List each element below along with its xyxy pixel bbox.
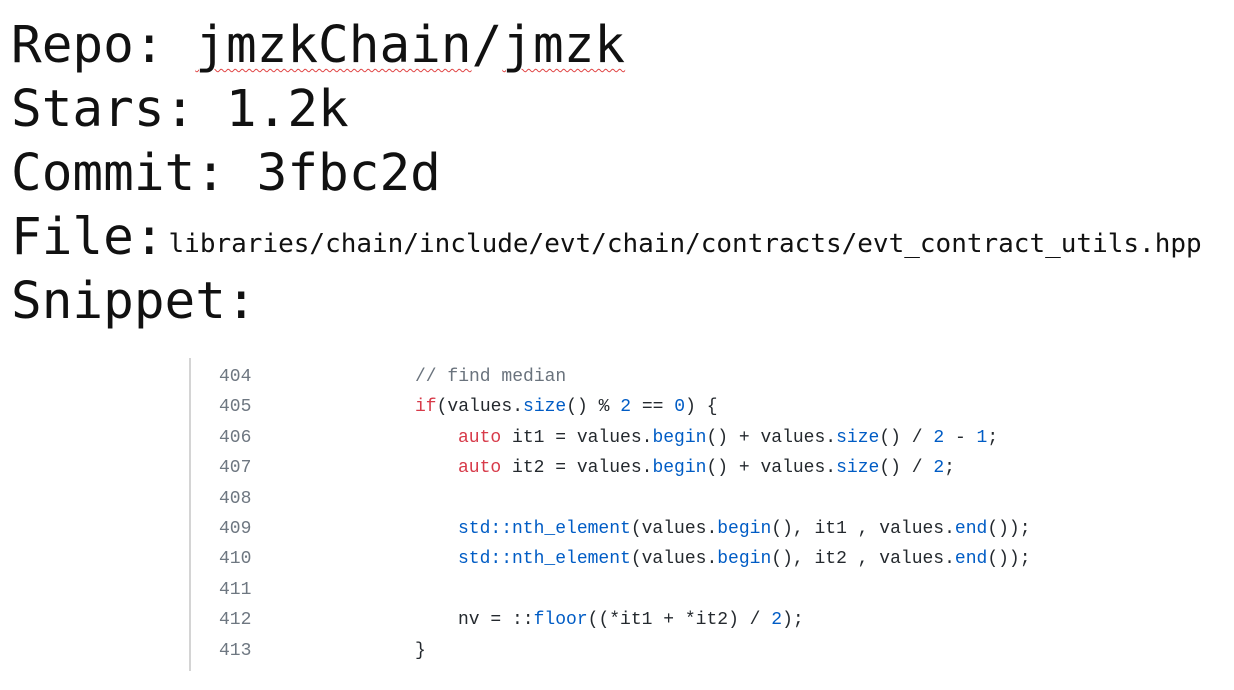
code-token: } (415, 640, 426, 661)
code-token: () + values. (706, 427, 837, 448)
code-token: begin (652, 458, 707, 479)
code-line: 413} (191, 636, 1091, 666)
code-token: begin (652, 427, 707, 448)
code-token: ()); (987, 518, 1031, 539)
repo-name: jmzk (502, 16, 626, 75)
repo-line: Repo: jmzkChain/jmzk (11, 14, 1202, 78)
line-number: 412 (219, 610, 252, 631)
code-token: 2 (933, 458, 945, 479)
code-line: 409 std::nth_element(values.begin(), it1 … (191, 514, 1091, 544)
file-path: libraries/chain/include/evt/chain/contra… (168, 229, 1202, 259)
code-text: } (415, 636, 426, 666)
line-number: 411 (219, 579, 252, 600)
code-line: 406 auto it1 = values.begin() + values.si… (191, 423, 1091, 453)
code-token: (), it1 , values. (771, 518, 955, 539)
file-line: File: libraries/chain/include/evt/chain/c… (11, 206, 1202, 270)
file-label: File: (11, 208, 165, 267)
code-line: 407 auto it2 = values.begin() + values.si… (191, 453, 1091, 483)
repo-owner: jmzkChain (195, 16, 472, 75)
code-token: (values. (436, 397, 524, 418)
code-token: floor (533, 610, 588, 631)
code-token: auto (458, 427, 502, 448)
code-token: size (523, 397, 567, 418)
code-text: std::nth_element(values.begin(), it1 , v… (415, 514, 1031, 544)
code-token: 1 (976, 427, 988, 448)
code-token: () / (879, 458, 934, 479)
code-token: if (415, 397, 437, 418)
line-number: 406 (219, 427, 252, 448)
code-token: it2 = values. (501, 458, 653, 479)
code-token: () / (879, 427, 934, 448)
snippet-label: Snippet: (11, 272, 257, 331)
code-line: 411 (191, 575, 1091, 605)
code-token: 2 (771, 610, 783, 631)
line-number: 413 (219, 640, 252, 661)
repo-info: Repo: jmzkChain/jmzk Stars: 1.2k Commit:… (11, 14, 1202, 334)
code-token: 2 (620, 397, 632, 418)
code-text: if(values.size() % 2 == 0) { (415, 392, 718, 422)
code-token: nv = :: (458, 610, 534, 631)
code-token: it1 = values. (501, 427, 653, 448)
code-token: == (631, 397, 675, 418)
code-text: nv = ::floor((*it1 + *it2) / 2); (415, 605, 804, 635)
code-token: size (836, 427, 880, 448)
code-line: 412 nv = ::floor((*it1 + *it2) / 2); (191, 605, 1091, 635)
stars-line: Stars: 1.2k (11, 80, 349, 139)
line-number: 407 (219, 458, 252, 479)
code-line: 404 // find median (191, 362, 1091, 392)
line-number: 409 (219, 518, 252, 539)
code-text: std::nth_element(values.begin(), it2 , v… (415, 544, 1031, 574)
code-token: ); (782, 610, 804, 631)
code-token: ()); (987, 549, 1031, 570)
repo-separator: / (471, 16, 503, 75)
code-token: (), it2 , values. (771, 549, 955, 570)
line-number: 404 (219, 367, 252, 387)
code-token: begin (717, 549, 772, 570)
code-token: 0 (674, 397, 686, 418)
line-number: 405 (219, 397, 252, 418)
code-token: 2 (933, 427, 945, 448)
code-token: // find median (415, 367, 567, 387)
code-line: 408 (191, 484, 1091, 514)
code-token: () % (566, 397, 621, 418)
code-token: ) { (685, 397, 718, 418)
code-text: auto it2 = values.begin() + values.size(… (415, 453, 955, 483)
code-text: auto it1 = values.begin() + values.size(… (415, 423, 998, 453)
code-token: () + values. (706, 458, 837, 479)
code-text: // find median (415, 362, 566, 392)
code-token: std::nth_element (458, 549, 631, 570)
code-token: begin (717, 518, 772, 539)
code-token: ; (944, 458, 955, 479)
commit-line: Commit: 3fbc2d (11, 144, 441, 203)
code-line: 405 if(values.size() % 2 == 0) { (191, 392, 1091, 422)
code-token: ((*it1 + *it2) / (587, 610, 772, 631)
code-token: auto (458, 458, 502, 479)
code-token: end (954, 549, 988, 570)
code-snippet: 404// find median 405 if(values.size() % 2… (189, 358, 1091, 671)
code-token: (values. (630, 549, 718, 570)
code-token: std::nth_element (458, 518, 631, 539)
code-token: ; (987, 427, 999, 448)
code-token: size (836, 458, 880, 479)
code-token: - (944, 427, 977, 448)
line-number: 410 (219, 549, 252, 570)
code-token: (values. (630, 518, 718, 539)
code-token: end (954, 518, 988, 539)
code-line: 410 std::nth_element(values.begin(), it2 … (191, 544, 1091, 574)
repo-label: Repo: (11, 16, 196, 75)
line-number: 408 (219, 488, 252, 509)
